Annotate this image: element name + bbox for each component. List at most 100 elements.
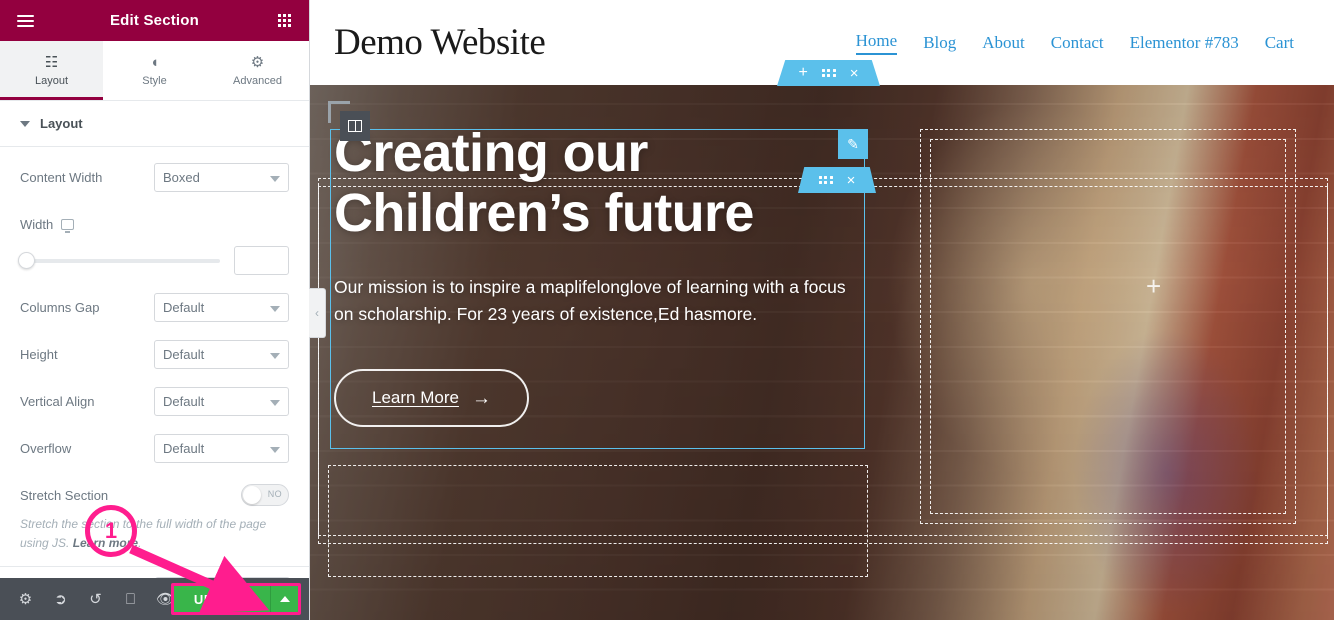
nav-item-elementor-783[interactable]: Elementor #783 — [1130, 33, 1239, 53]
panel-collapse-arrow[interactable]: ‹ — [309, 288, 326, 338]
panel-body: Content Width Boxed Width Columns Gap De… — [0, 147, 309, 578]
update-button-group: UPDATE — [170, 583, 301, 615]
drag-inner-section-icon[interactable] — [818, 175, 833, 185]
close-inner-section-icon[interactable]: × — [847, 173, 856, 188]
site-nav: Home Blog About Contact Elementor #783 C… — [855, 31, 1294, 55]
hero-inner: ✎ Creating our Children’s future Our mis… — [310, 85, 1334, 620]
hero-section: × ✎ Creating our Children’s future Our m… — [310, 85, 1334, 620]
drag-section-icon[interactable] — [821, 68, 836, 78]
nav-item-blog[interactable]: Blog — [923, 33, 956, 53]
learn-more-label: Learn More — [372, 388, 459, 408]
width-slider-row — [18, 246, 289, 275]
control-height: Height Default — [20, 340, 289, 369]
hero-heading-line2: Children’s future — [334, 183, 754, 244]
panel-title: Edit Section — [109, 12, 200, 29]
content-width-value: Boxed — [163, 170, 200, 185]
chevron-down-icon — [270, 175, 280, 182]
settings-gear-icon[interactable]: ⚙ — [8, 578, 43, 620]
control-overflow: Overflow Default — [20, 434, 289, 463]
control-overflow-label: Overflow — [20, 441, 72, 456]
panel-footer: ⚙ ➲ ↺ ⎕ 👁 UPDATE — [0, 578, 309, 620]
hero-heading: Creating our Children’s future — [332, 117, 860, 244]
control-columns-gap-label: Columns Gap — [20, 300, 100, 315]
half-circle-icon: ◖ — [149, 53, 160, 71]
stretch-section-toggle[interactable]: NO — [241, 484, 289, 506]
height-value: Default — [163, 347, 205, 362]
tab-style-label: Style — [142, 74, 167, 87]
hero-heading-line1: Creating our — [334, 123, 648, 183]
width-number-input[interactable] — [234, 246, 289, 275]
nav-item-about[interactable]: About — [982, 33, 1025, 53]
hamburger-menu-icon[interactable] — [14, 10, 36, 32]
control-stretch-section-label: Stretch Section — [20, 487, 109, 503]
columns-icon: ☷ — [44, 53, 59, 71]
learn-more-link[interactable]: Learn more — [73, 536, 138, 550]
section-layout-header[interactable]: Layout — [0, 101, 309, 147]
control-vertical-align: Vertical Align Default — [20, 387, 289, 416]
overflow-select[interactable]: Default — [154, 434, 289, 463]
grid-apps-icon[interactable] — [273, 10, 295, 32]
control-vertical-align-label: Vertical Align — [20, 394, 95, 409]
edit-widget-button[interactable]: ✎ — [838, 129, 868, 159]
vertical-align-value: Default — [163, 394, 205, 409]
chevron-down-icon — [270, 305, 280, 312]
stretch-section-value: NO — [267, 489, 282, 499]
column-layout-icon — [348, 120, 362, 132]
chevron-down-icon — [270, 399, 280, 406]
panel-tabs: ☷ Layout ◖ Style ⚙ Advanced — [0, 41, 309, 101]
arrow-right-icon: → — [471, 387, 491, 409]
columns-gap-select[interactable]: Default — [154, 293, 289, 322]
tab-style[interactable]: ◖ Style — [103, 41, 206, 100]
update-button[interactable]: UPDATE — [173, 586, 270, 612]
section-handle-outer[interactable]: + × — [777, 60, 880, 86]
width-slider-handle[interactable] — [18, 252, 35, 269]
section-layout-title: Layout — [40, 116, 83, 131]
hero-column-right: + — [860, 115, 1314, 620]
chevron-down-icon — [270, 446, 280, 453]
control-height-label: Height — [20, 347, 58, 362]
stretch-section-help: Stretch the section to the full width of… — [20, 515, 289, 552]
width-slider-track[interactable] — [18, 252, 220, 269]
tab-advanced[interactable]: ⚙ Advanced — [206, 41, 309, 100]
chevron-down-icon — [270, 352, 280, 359]
desktop-icon[interactable] — [61, 218, 75, 233]
elementor-editor: Edit Section ☷ Layout ◖ Style ⚙ Advanced… — [0, 0, 1334, 620]
hero-paragraph: Our mission is to inspire a maplifelongl… — [334, 276, 846, 325]
nav-item-contact[interactable]: Contact — [1051, 33, 1104, 53]
nav-item-home[interactable]: Home — [855, 31, 898, 55]
hero-column-left: ✎ Creating our Children’s future Our mis… — [328, 101, 868, 620]
help-text-before: Stretch the section to the full width of… — [20, 517, 267, 550]
button-widget-outline — [328, 465, 868, 577]
pencil-edit-icon: ✎ — [847, 135, 859, 152]
learn-more-button[interactable]: Learn More → — [334, 369, 529, 428]
responsive-mode-icon[interactable]: ⎕ — [113, 578, 148, 620]
help-text-after: . — [138, 535, 142, 550]
section-handle-inner[interactable]: × — [798, 167, 876, 193]
control-stretch-section: Stretch Section NO — [20, 481, 289, 509]
tab-advanced-label: Advanced — [233, 74, 282, 87]
width-label-text: Width — [20, 216, 54, 232]
update-options-caret-icon[interactable] — [270, 586, 298, 612]
editor-canvas: Demo Website Home Blog About Contact Ele… — [310, 0, 1334, 620]
chevron-down-icon — [20, 120, 30, 127]
control-columns-gap: Columns Gap Default — [20, 293, 289, 322]
content-width-select[interactable]: Boxed — [154, 163, 289, 192]
column-handle[interactable] — [340, 111, 370, 141]
panel-divider — [0, 566, 309, 568]
control-content-width-label: Content Width — [20, 170, 103, 185]
history-revisions-icon[interactable]: ↺ — [78, 578, 113, 620]
add-widget-plus-icon[interactable]: + — [1146, 273, 1161, 299]
vertical-align-select[interactable]: Default — [154, 387, 289, 416]
right-column-inner-outline — [930, 139, 1286, 514]
tab-layout[interactable]: ☷ Layout — [0, 41, 103, 100]
elementor-panel: Edit Section ☷ Layout ◖ Style ⚙ Advanced… — [0, 0, 310, 620]
add-section-icon[interactable]: + — [798, 65, 807, 81]
right-column-outline — [920, 129, 1296, 524]
nav-item-cart[interactable]: Cart — [1265, 33, 1294, 53]
height-select[interactable]: Default — [154, 340, 289, 369]
close-section-icon[interactable]: × — [850, 66, 859, 81]
navigator-layers-icon[interactable]: ➲ — [43, 578, 78, 620]
control-width-label: Width — [20, 216, 289, 233]
control-content-width: Content Width Boxed — [20, 163, 289, 192]
overflow-value: Default — [163, 441, 205, 456]
